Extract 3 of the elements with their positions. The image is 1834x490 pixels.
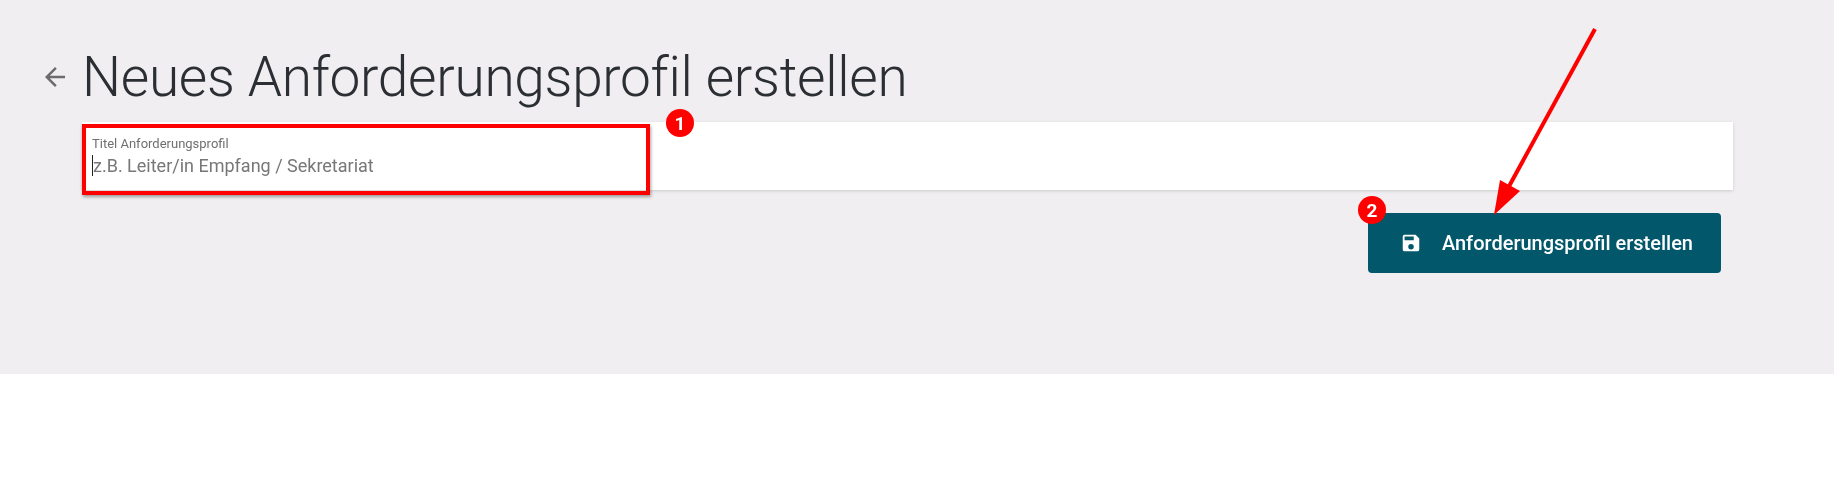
field-label: Titel Anforderungsprofil (92, 136, 230, 151)
page-title: Neues Anforderungsprofil erstellen (82, 46, 908, 108)
title-field[interactable]: z.B. Leiter/in Empfang / Sekretariat (92, 155, 632, 176)
